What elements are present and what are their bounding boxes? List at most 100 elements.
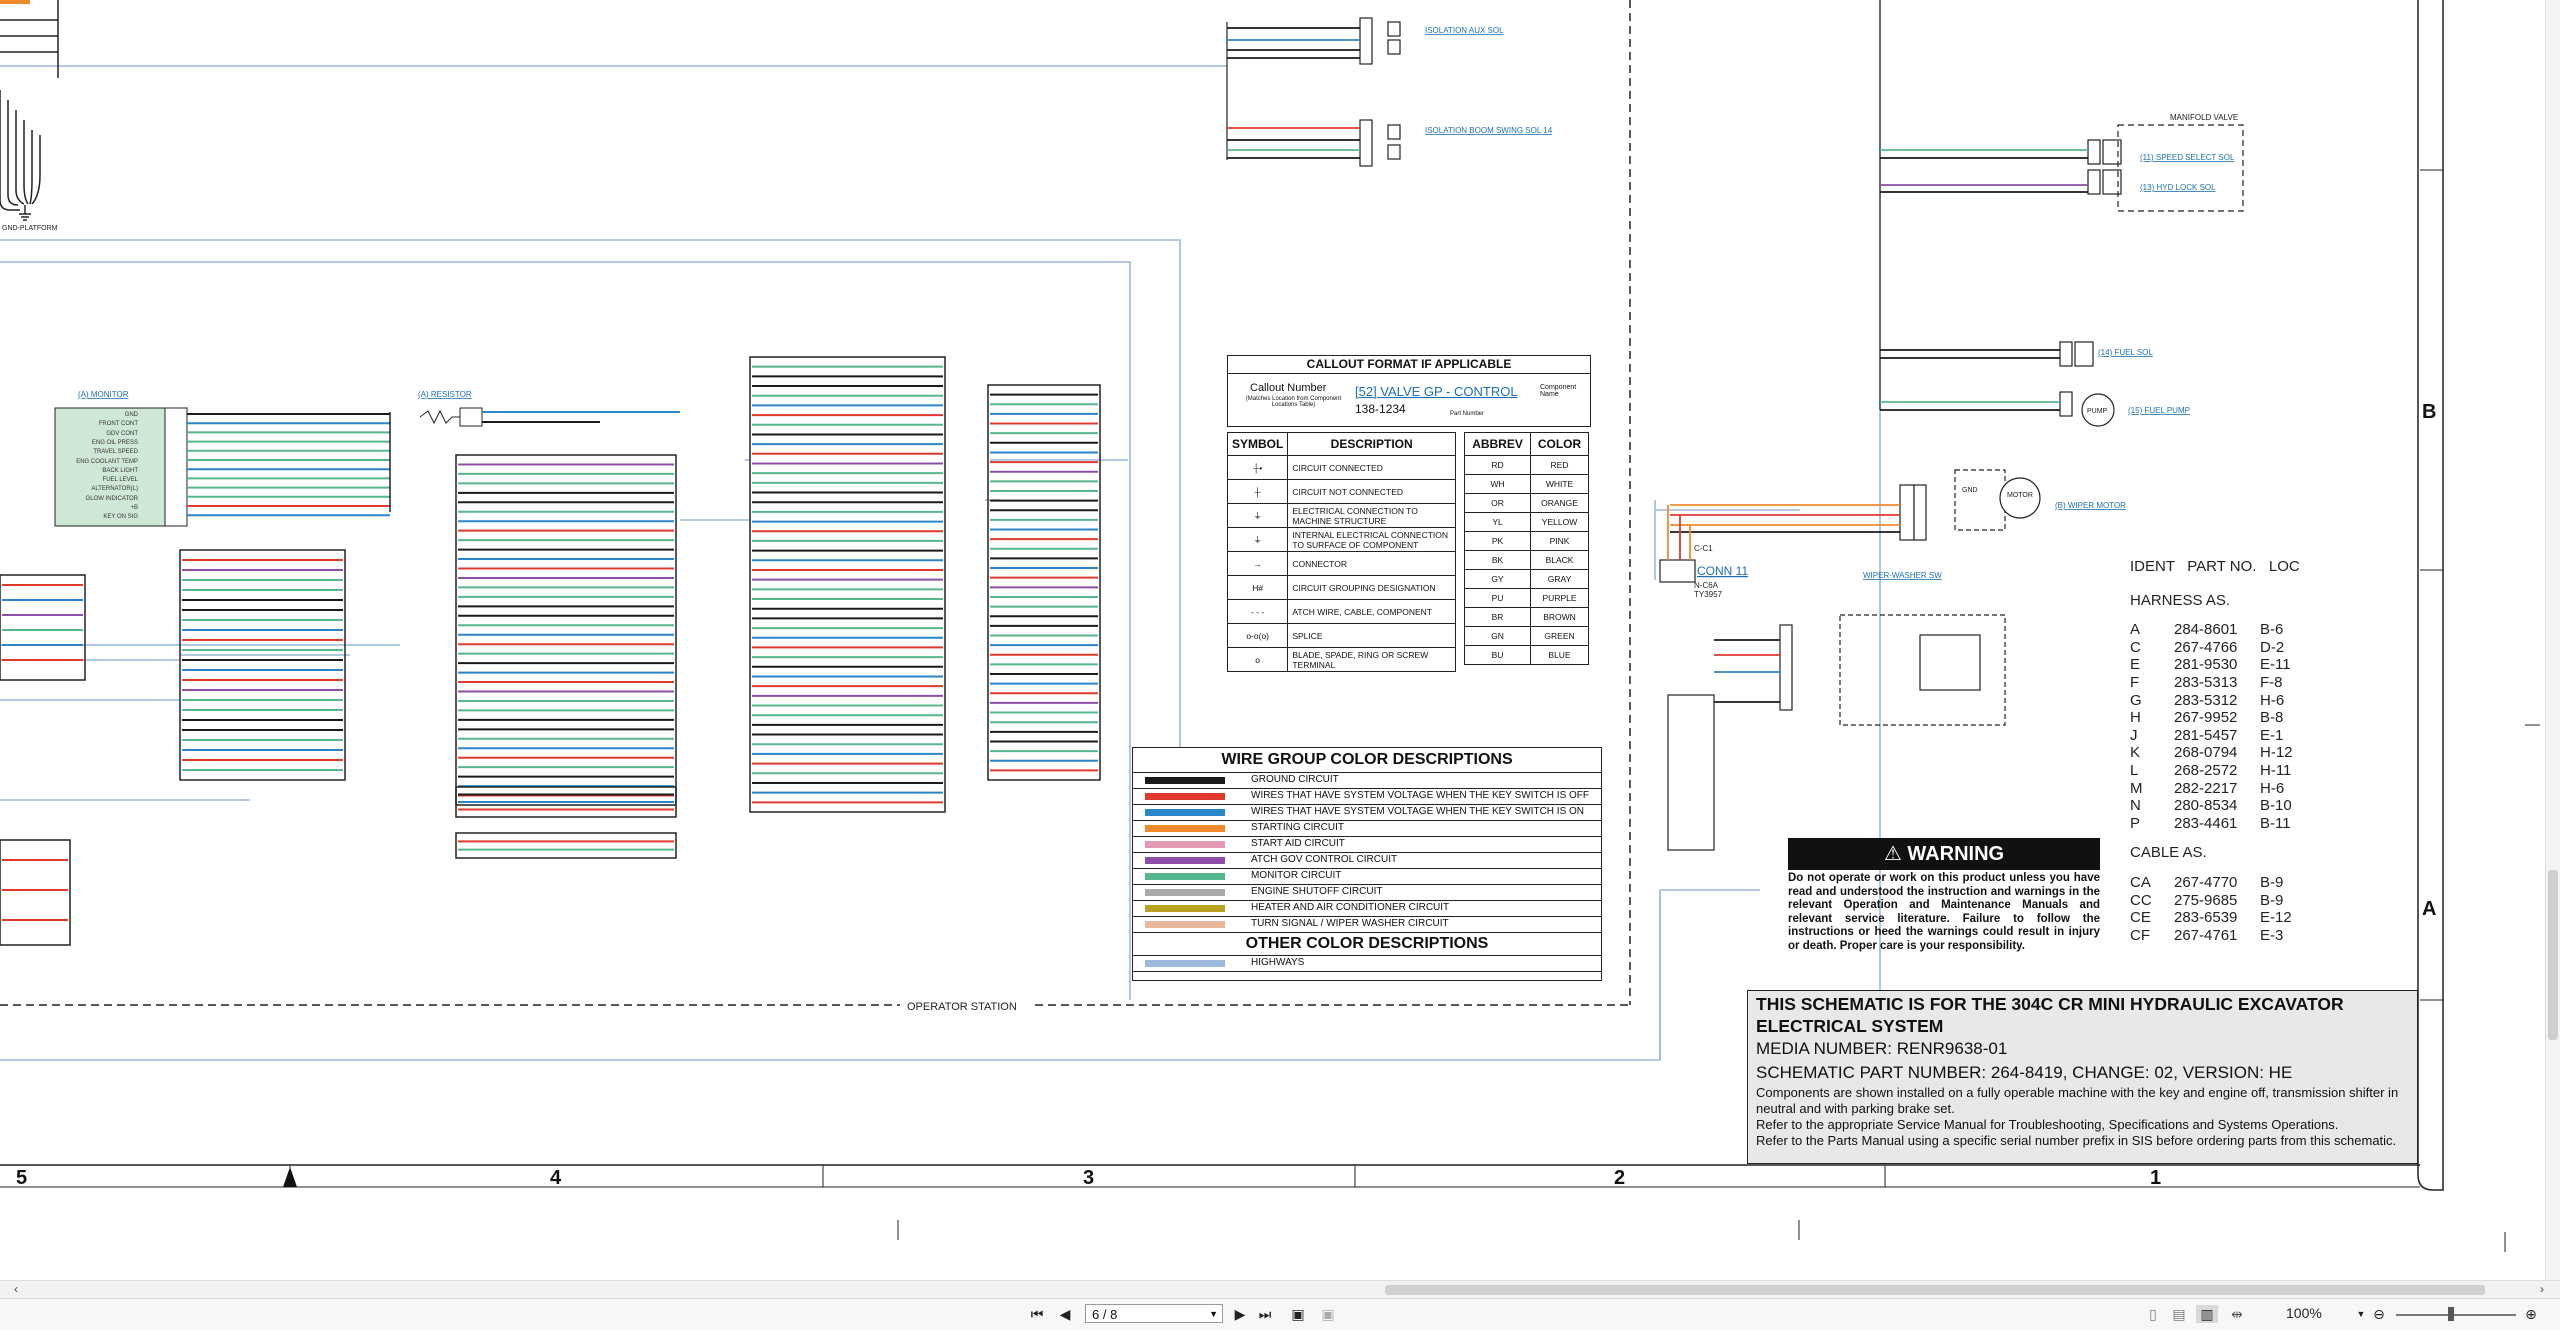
color-swatch [1145,809,1225,816]
abbrev-color: GRAY [1530,569,1589,589]
color-swatch [1145,889,1225,896]
color-swatch [1145,921,1225,928]
abbrev-row: RD RED [1463,455,1589,475]
hyd-lock-sol-link: (13) HYD LOCK SOL [2140,183,2216,192]
ident-location: H-12 [2260,744,2293,762]
page-selector[interactable]: 6 / 8 ▼ [1085,1304,1223,1323]
horizontal-scrollbar[interactable]: ‹ › [0,1280,2560,1299]
cable-row: CF 267-4761 E-3 [2130,927,2300,945]
abbrev-row: BR BROWN [1463,607,1589,627]
ident-code: K [2130,744,2141,762]
ident-code: H [2130,709,2141,727]
harness-row: G 283-5312 H-6 [2130,692,2300,710]
zoom-slider-handle[interactable] [2448,1307,2454,1321]
harness-title: HARNESS AS. [2130,591,2231,609]
abbrev-color: BLUE [1530,645,1589,665]
page-number: 6 / 8 [1092,1307,1118,1322]
conn11-id: C-C1 [1694,544,1713,553]
single-page-icon[interactable]: ▯ [2144,1305,2162,1323]
warning-icon: ⚠ [1883,843,1908,865]
isolation-boom-swing-link: ISOLATION BOOM SWING SOL 14 [1425,126,1553,135]
prev-page-icon[interactable]: ◀ [1056,1305,1074,1323]
callout-header: CALLOUT FORMAT IF APPLICABLE [1228,356,1590,374]
monitor-signal: ENG COOLANT TEMP [76,458,138,465]
ident-location: H-11 [2260,761,2292,779]
symbol-header: SYMBOL [1226,432,1289,456]
abbrev-code: BK [1463,550,1532,570]
ident-part-number: 268-2572 [2174,761,2238,779]
ident-part-number: 283-5312 [2174,691,2238,709]
vertical-scroll-thumb[interactable] [2548,870,2558,1040]
document-viewport[interactable]: MANIFOLD VALVE (11) SPEED SELECT SOL (13… [0,0,2546,1280]
ident-location: F-8 [2260,673,2283,691]
abbrev-row: PK PINK [1463,531,1589,551]
wiper-motor-link: (B) WIPER MOTOR [2055,501,2126,510]
abbrev-color: ORANGE [1530,493,1589,513]
wire-group-row: HIGHWAYS [1133,956,1601,972]
ident-code: M [2130,779,2143,797]
abbrev-row: BK BLACK [1463,550,1589,570]
info-note-3: Refer to the Parts Manual using a specif… [1756,1133,2397,1148]
abbrev-code: PK [1463,531,1532,551]
chevron-down-icon[interactable]: ▼ [1209,1305,1218,1324]
scroll-right-icon[interactable]: › [2540,1282,2544,1296]
motor-label: MOTOR [2007,492,2033,499]
info-note-1: Components are shown installed on a full… [1756,1085,2399,1116]
first-page-icon[interactable]: ⏮ [1028,1305,1046,1323]
ident-location: E-12 [2260,909,2292,927]
ident-code: CF [2130,926,2150,944]
zoom-in-icon[interactable]: ⊕ [2522,1305,2540,1323]
cable-row: CC 275-9685 B-9 [2130,892,2300,910]
symbol-glyph: H# [1226,575,1289,600]
vertical-scrollbar[interactable] [2545,0,2560,1280]
page-view-icon[interactable]: ▣ [1288,1305,1308,1323]
color-header: COLOR [1530,432,1589,456]
grid-col-5: 5 [16,1167,27,1189]
symbol-glyph: ⏚ [1226,527,1289,552]
color-swatch [1145,905,1225,912]
wire-group-row: ENGINE SHUTOFF CIRCUIT [1133,885,1601,901]
wire-group-label: GROUND CIRCUIT [1251,774,1339,785]
symbol-row: o BLADE, SPADE, RING OR SCREW TERMINAL [1226,647,1456,672]
symbol-glyph: o-o(o) [1226,623,1289,648]
wire-group-label: STARTING CIRCUIT [1251,822,1344,833]
grid-col-1: 1 [2150,1167,2161,1189]
wire-group-row: MONITOR CIRCUIT [1133,869,1601,885]
zoom-dropdown-icon[interactable]: ▼ [2356,1305,2366,1323]
ident-code: G [2130,691,2142,709]
symbol-row: → CONNECTOR [1226,551,1456,576]
continuous-icon[interactable]: ▤ [2170,1305,2188,1323]
page-view-alt-icon[interactable]: ▣ [1318,1305,1338,1323]
next-page-icon[interactable]: ▶ [1231,1305,1249,1323]
wire-group-label: WIRES THAT HAVE SYSTEM VOLTAGE WHEN THE … [1251,790,1590,801]
fit-page-icon[interactable]: ⇹ [2226,1305,2248,1323]
two-page-icon[interactable]: ▥ [2196,1305,2218,1323]
zoom-out-icon[interactable]: ⊖ [2370,1305,2388,1323]
harness-row: F 283-5313 F-8 [2130,674,2300,692]
harness-row: E 281-9530 E-11 [2130,656,2300,674]
abbrev-color: PURPLE [1530,588,1589,608]
color-swatch [1145,857,1225,864]
zoom-slider[interactable] [2396,1314,2516,1316]
abbrev-code: PU [1463,588,1532,608]
symbol-description: ATCH WIRE, CABLE, COMPONENT [1287,599,1456,624]
callout-part-number: Part Number [1450,411,1485,417]
scroll-left-icon[interactable]: ‹ [14,1282,18,1296]
last-page-icon[interactable]: ⏭ [1256,1305,1274,1323]
ident-code: E [2130,656,2141,674]
horizontal-scroll-thumb[interactable] [1385,1285,2485,1295]
ident-location: B-6 [2260,621,2284,639]
fuel-pump-link: (15) FUEL PUMP [2128,406,2190,415]
callout-component-name: Component Name [1540,384,1577,398]
ident-part-number: 283-5313 [2174,673,2238,691]
abbrev-color: PINK [1530,531,1589,551]
monitor-link: (A) MONITOR [78,390,129,399]
abbrev-color: RED [1530,455,1589,475]
ident-code: CE [2130,909,2151,927]
fuel-sol-link: (14) FUEL SOL [2098,348,2153,357]
abbrev-row: PU PURPLE [1463,588,1589,608]
grid-col-3: 3 [1083,1167,1094,1189]
abbrev-row: GN GREEN [1463,626,1589,646]
ident-header: IDENT PART NO. LOC [2130,558,2300,575]
wire-group-legend: WIRE GROUP COLOR DESCRIPTIONS GROUND CIR… [1132,747,1602,981]
